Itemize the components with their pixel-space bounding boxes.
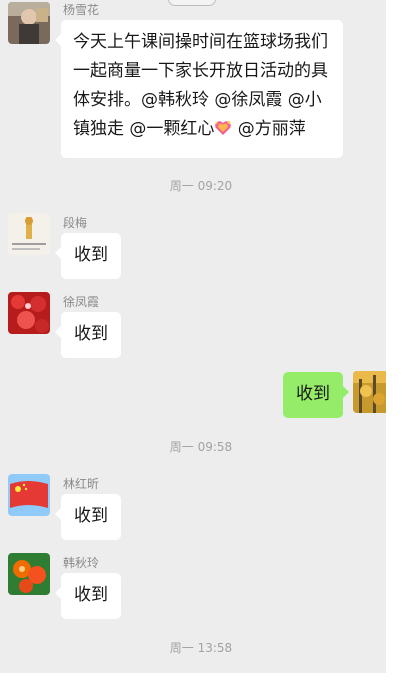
sender-name: 林红昕 (63, 477, 100, 491)
avatar-duan-mei[interactable] (8, 213, 50, 255)
message-text: 收到 (74, 506, 108, 526)
timestamp: 周一 09:20 (169, 179, 233, 193)
sender-name: 韩秋玲 (63, 556, 100, 570)
message-bubble[interactable]: 收到 (55, 494, 121, 540)
right-panel-edge (386, 0, 402, 681)
new-message-indicator[interactable] (168, 0, 216, 6)
avatar-han-qiuling[interactable] (8, 553, 50, 595)
avatar-lin-hongxin-image (8, 474, 50, 516)
avatar-xu-fengxia[interactable] (8, 292, 50, 334)
message-bubble[interactable]: 收到 (55, 312, 121, 358)
sender-name: 杨雪花 (63, 3, 100, 17)
sender-name: 徐凤霞 (63, 295, 100, 309)
message-text: 收到 (74, 324, 108, 344)
avatar-yang-xuehua-image (8, 2, 50, 44)
sender-name: 段梅 (63, 216, 88, 230)
my-avatar-image (353, 371, 386, 413)
avatar-duan-mei-image (8, 213, 50, 255)
message-text: 收到 (296, 384, 330, 404)
avatar-yang-xuehua[interactable] (8, 2, 50, 44)
message-text: 收到 (74, 585, 108, 605)
my-avatar[interactable] (353, 371, 386, 413)
chat-screen: { "messages": [ {"sender": "杨雪花", "text"… (0, 0, 402, 681)
avatar-han-qiuling-image (8, 553, 50, 595)
message-bubble[interactable]: 收到 (55, 573, 121, 619)
message-bubble[interactable]: 收到 (55, 233, 121, 279)
message-text: 收到 (74, 245, 108, 265)
message-bubble[interactable]: 今天上午课间操时间在篮球场我们一起商量一下家长开放日活动的具体安排。@韩秋玲 @… (55, 20, 343, 158)
timestamp: 周一 13:58 (169, 641, 233, 655)
sparkling-heart-icon (215, 121, 232, 135)
my-message-bubble[interactable]: 收到 (283, 372, 349, 418)
message-text-tail: @方丽萍 (232, 119, 306, 139)
input-area-edge (0, 673, 386, 681)
avatar-xu-fengxia-image (8, 292, 50, 334)
timestamp: 周一 09:58 (169, 440, 233, 454)
avatar-lin-hongxin[interactable] (8, 474, 50, 516)
